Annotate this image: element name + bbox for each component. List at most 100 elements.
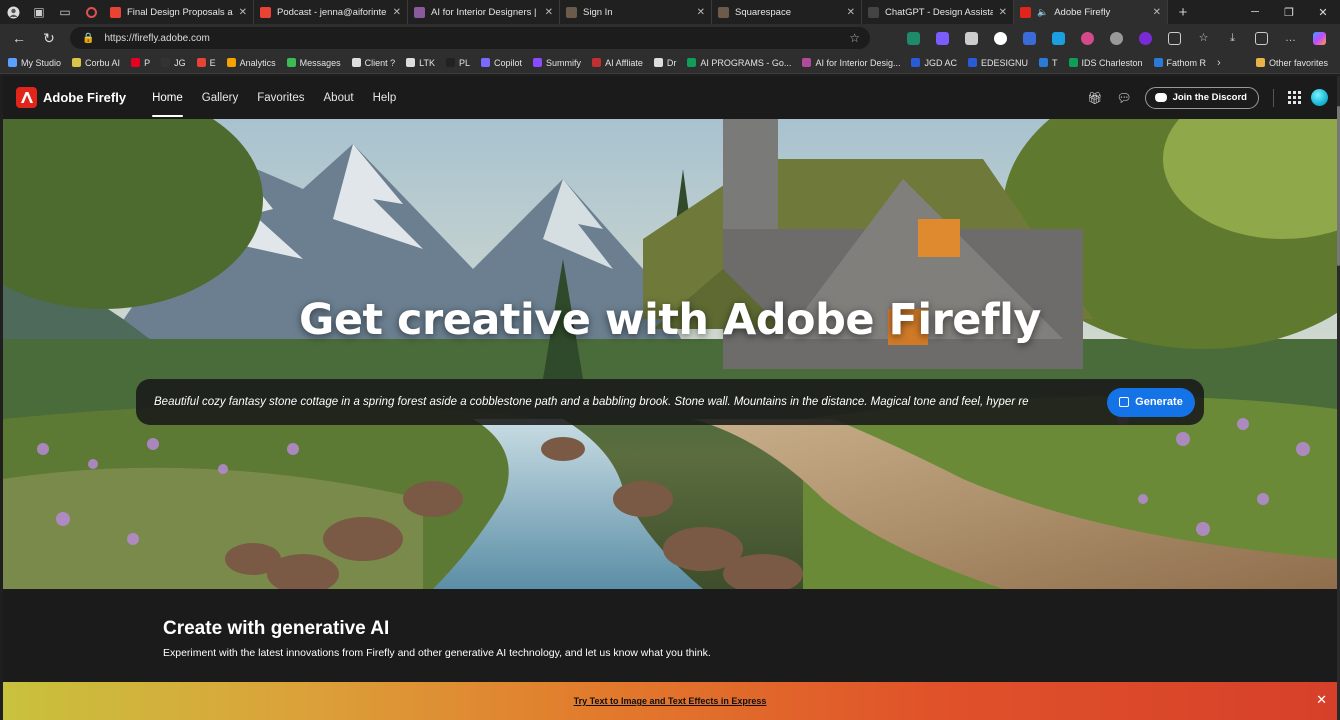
bookmark-icon bbox=[8, 58, 17, 67]
nav-gallery[interactable]: Gallery bbox=[202, 76, 238, 119]
tab-actions-icon[interactable]: ▭ bbox=[52, 0, 78, 24]
close-tab-icon[interactable]: ✕ bbox=[1153, 7, 1161, 18]
bookmark-item[interactable]: Messages bbox=[286, 57, 341, 68]
tab-sign-in[interactable]: Sign In ✕ bbox=[560, 0, 712, 24]
bookmark-icon bbox=[1068, 58, 1078, 67]
bookmark-item[interactable]: PL bbox=[446, 58, 470, 68]
bookmark-item[interactable]: E bbox=[196, 58, 216, 68]
bookmark-item[interactable]: LTK bbox=[406, 58, 435, 68]
back-icon[interactable]: ← bbox=[4, 30, 34, 46]
hero-title: Get creative with Adobe Firefly bbox=[299, 295, 1041, 345]
adobe-firefly-logo[interactable]: Adobe Firefly bbox=[16, 87, 126, 108]
bookmark-item[interactable]: My Studio bbox=[8, 58, 61, 68]
bookmark-item[interactable]: Fathom R bbox=[1153, 57, 1207, 68]
tab-gmail-podcast[interactable]: Podcast - jenna@aiforinterior ✕ bbox=[254, 0, 408, 24]
join-discord-button[interactable]: Join the Discord bbox=[1144, 86, 1259, 109]
extension-icon[interactable] bbox=[994, 31, 1007, 45]
folder-icon bbox=[1255, 58, 1265, 67]
extension-icon[interactable] bbox=[1052, 31, 1065, 45]
bookmark-item[interactable]: Client ? bbox=[351, 57, 396, 68]
more-bookmarks-icon[interactable]: › bbox=[1217, 57, 1221, 69]
prompt-input[interactable]: Beautiful cozy fantasy stone cottage in … bbox=[154, 396, 1107, 408]
bookmark-item[interactable]: AI Affliate bbox=[592, 58, 643, 68]
favorites-icon[interactable]: ☆ bbox=[1197, 32, 1210, 45]
extension-icon[interactable] bbox=[1081, 31, 1094, 45]
close-window-icon[interactable]: ✕ bbox=[1306, 6, 1340, 19]
other-favorites-folder[interactable]: Other favorites bbox=[1255, 58, 1328, 68]
extension-icon[interactable] bbox=[965, 31, 978, 45]
tab-title: AI for Interior Designers | Trel bbox=[431, 6, 539, 18]
bookmark-item[interactable]: JGD AC bbox=[911, 58, 957, 68]
close-tab-icon[interactable]: ✕ bbox=[239, 7, 247, 18]
extensions-toolbar: ☆ ⤓ … bbox=[880, 24, 1340, 52]
bookmark-label: Copilot bbox=[494, 57, 523, 68]
tab-adobe-firefly[interactable]: 🔈 Adobe Firefly ✕ bbox=[1014, 0, 1168, 24]
bookmark-icon bbox=[533, 58, 543, 67]
extension-icon[interactable] bbox=[907, 31, 920, 45]
minimize-icon[interactable]: ─ bbox=[1238, 6, 1272, 19]
favorite-star-icon[interactable]: ☆ bbox=[849, 31, 860, 45]
close-tab-icon[interactable]: ✕ bbox=[545, 7, 553, 18]
bookmark-label: AI Affliate bbox=[605, 57, 643, 68]
bookmark-item[interactable]: Summify bbox=[533, 58, 581, 68]
firefly-page: Adobe Firefly Home Gallery Favorites Abo… bbox=[3, 76, 1337, 720]
close-tab-icon[interactable]: ✕ bbox=[847, 7, 855, 18]
bookmark-item[interactable]: Corbu AI bbox=[72, 58, 120, 68]
restore-icon[interactable]: ❐ bbox=[1272, 6, 1306, 19]
bookmark-label: Client ? bbox=[364, 57, 396, 68]
avatar[interactable] bbox=[1311, 89, 1328, 106]
downloads-icon[interactable]: ⤓ bbox=[1226, 32, 1239, 45]
screenshot-icon[interactable] bbox=[1255, 31, 1268, 45]
bookmark-item[interactable]: P bbox=[131, 58, 150, 68]
copilot-icon[interactable] bbox=[1313, 31, 1326, 45]
apps-grid-icon[interactable] bbox=[1288, 91, 1301, 104]
bookmark-item[interactable]: T bbox=[1039, 58, 1058, 68]
bookmark-item[interactable]: JG bbox=[161, 58, 186, 68]
nav-favorites[interactable]: Favorites bbox=[257, 76, 304, 119]
bookmark-item[interactable]: Dr bbox=[653, 58, 676, 68]
settings-more-icon[interactable]: … bbox=[1284, 32, 1297, 45]
promo-link[interactable]: Try Text to Image and Text Effects in Ex… bbox=[574, 696, 767, 706]
nav-about[interactable]: About bbox=[324, 76, 354, 119]
address-bar[interactable]: 🔒 https://firefly.adobe.com ☆ bbox=[70, 27, 870, 49]
bookmark-label: P bbox=[144, 57, 151, 68]
refresh-icon[interactable]: ↻ bbox=[34, 30, 64, 47]
bookmark-icon bbox=[226, 58, 236, 67]
bookmark-label: Fathom R bbox=[1166, 57, 1207, 68]
feedback-icon[interactable]: 💬︎ bbox=[1116, 91, 1131, 105]
extensions-puzzle-icon[interactable] bbox=[1168, 31, 1181, 45]
bookmark-icon bbox=[911, 58, 921, 67]
zoom-extension-icon[interactable] bbox=[1023, 31, 1036, 45]
bookmark-item[interactable]: AI for Interior Desig... bbox=[802, 58, 900, 68]
extension-icon[interactable] bbox=[936, 31, 949, 45]
generate-button[interactable]: Generate bbox=[1107, 387, 1195, 417]
extension-icon[interactable] bbox=[1139, 31, 1152, 45]
bookmark-item[interactable]: AI PROGRAMS - Go... bbox=[687, 58, 791, 68]
bookmark-item[interactable]: EDESIGNU bbox=[967, 58, 1028, 68]
bookmark-item[interactable]: Analytics bbox=[226, 58, 276, 68]
extension-icon[interactable] bbox=[1110, 31, 1123, 45]
nav-help[interactable]: Help bbox=[373, 76, 397, 119]
header-actions: 🎁︎ 💬︎ Join the Discord bbox=[1080, 86, 1328, 109]
gmail-icon bbox=[260, 6, 271, 18]
bookmark-label: Messages bbox=[299, 57, 341, 68]
workspaces-icon[interactable]: ▣ bbox=[26, 0, 52, 24]
tab-squarespace[interactable]: Squarespace ✕ bbox=[712, 0, 862, 24]
close-icon[interactable]: ✕ bbox=[1316, 692, 1327, 708]
tab-gmail-proposals[interactable]: Final Design Proposals are Re ✕ bbox=[104, 0, 254, 24]
bookmark-item[interactable]: Copilot bbox=[481, 58, 522, 68]
close-tab-icon[interactable]: ✕ bbox=[697, 7, 705, 18]
tab-trello[interactable]: AI for Interior Designers | Trel ✕ bbox=[408, 0, 560, 24]
nav-home[interactable]: Home bbox=[152, 76, 183, 119]
profile-icon[interactable] bbox=[0, 0, 26, 24]
new-tab-button[interactable]: + bbox=[1168, 0, 1198, 24]
bookmark-item[interactable]: IDS Charleston bbox=[1068, 58, 1143, 68]
gift-icon[interactable]: 🎁︎ bbox=[1087, 91, 1102, 105]
tab-chatgpt[interactable]: ChatGPT - Design Assistant ✕ bbox=[862, 0, 1014, 24]
close-tab-icon[interactable]: ✕ bbox=[999, 7, 1007, 18]
close-tab-icon[interactable]: ✕ bbox=[393, 7, 401, 18]
record-icon[interactable] bbox=[78, 0, 104, 24]
generate-label: Generate bbox=[1135, 396, 1183, 408]
bookmark-label: AI PROGRAMS - Go... bbox=[700, 57, 792, 68]
speaker-icon[interactable]: 🔈 bbox=[1037, 7, 1048, 18]
